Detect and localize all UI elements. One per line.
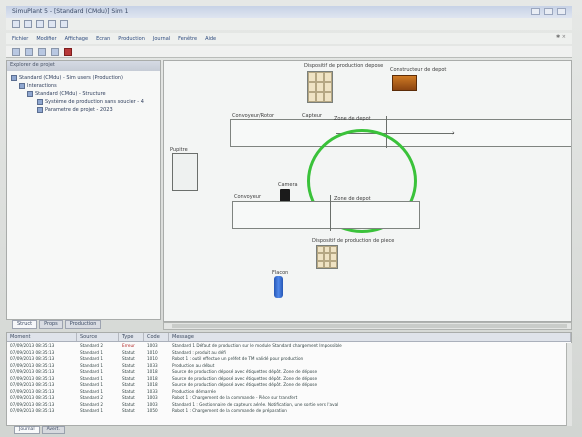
zone2-label: Zone de depot: [334, 196, 371, 202]
col-type[interactable]: Type: [119, 333, 144, 341]
settings-icon[interactable]: [38, 48, 46, 56]
camera-label: Camera: [278, 182, 298, 188]
scroll-thumb[interactable]: [172, 324, 567, 328]
bottom-stack-label: Dispositif de production de piece: [312, 238, 395, 244]
log-tabs: Journal Avert.: [6, 426, 65, 434]
log-header: Moment Source Type Code Message: [7, 333, 571, 342]
folder-icon: [27, 91, 33, 97]
grid-icon[interactable]: [25, 48, 33, 56]
control-panel[interactable]: [172, 153, 198, 191]
depot-box[interactable]: [392, 75, 417, 91]
zone-label: Zone de depot: [334, 116, 371, 122]
folder-icon: [11, 75, 17, 81]
window-title: SimuPlant 5 - [Standard (CMdu)] Sim 1: [12, 8, 129, 15]
orange-box-label: Constructeur de depot: [390, 67, 447, 73]
main-toolbar: [6, 46, 572, 58]
tab-journal[interactable]: Journal: [14, 426, 40, 434]
bottle-icon[interactable]: [274, 276, 283, 298]
simulation-canvas[interactable]: Dispositif de production depose Construc…: [163, 60, 572, 322]
tree-node-params[interactable]: Parametre de projet - 2023: [11, 106, 156, 114]
menu-window[interactable]: Fenêtre: [178, 36, 197, 42]
menu-file[interactable]: Fichier: [12, 36, 28, 42]
play-icon[interactable]: [51, 48, 59, 56]
pin-icon[interactable]: ✱ ×: [556, 34, 566, 40]
canvas-scrollbar[interactable]: [163, 322, 572, 330]
menu-view[interactable]: Affichage: [65, 36, 89, 42]
minimize-button[interactable]: [531, 8, 540, 15]
tab-struct[interactable]: Struct: [12, 320, 38, 329]
close-button[interactable]: [557, 8, 566, 15]
menu-edit[interactable]: Modifier: [36, 36, 56, 42]
tab-warnings[interactable]: Avert.: [41, 426, 65, 434]
tab-props[interactable]: Props: [39, 320, 63, 329]
tree-node-structure[interactable]: Standard (CMdu) - Structure: [11, 90, 156, 98]
screen: SimuPlant 5 - [Standard (CMdu)] Sim 1 Fi…: [0, 0, 582, 437]
tree-node-root[interactable]: Standard (CMdu) - Sim users (Production): [11, 74, 156, 82]
menu-help[interactable]: Aide: [205, 36, 216, 42]
undo-icon[interactable]: [60, 20, 68, 28]
log-scrollbar[interactable]: [566, 343, 572, 426]
maximize-button[interactable]: [544, 8, 553, 15]
top-production-device[interactable]: [307, 71, 333, 103]
col-source[interactable]: Source: [77, 333, 119, 341]
menu-bar: Fichier Modifier Affichage Ecran Product…: [6, 33, 572, 44]
explorer-header: Explorer de projet: [7, 61, 160, 71]
open-icon[interactable]: [24, 20, 32, 28]
tab-production[interactable]: Production: [64, 320, 102, 329]
save-icon[interactable]: [36, 20, 44, 28]
file-icon: [37, 107, 43, 113]
capture-label: Capteur: [302, 113, 322, 119]
tree-node-interactions[interactable]: Interactions: [11, 82, 156, 90]
stop-icon[interactable]: [64, 48, 72, 56]
col-message[interactable]: Message: [169, 333, 571, 341]
col-code[interactable]: Code: [144, 333, 169, 341]
conveyor-2[interactable]: [232, 201, 420, 229]
quick-toolbar: [6, 18, 572, 30]
file-icon: [37, 99, 43, 105]
log-rows: 07/09/2013 08:35:13 Standard 2 Erreur 1003 S…: [7, 342, 571, 415]
folder-icon: [19, 83, 25, 89]
project-icon[interactable]: [12, 48, 20, 56]
project-explorer: Explorer de projet Standard (CMdu) - Sim…: [6, 60, 161, 320]
menu-production[interactable]: Production: [118, 36, 145, 42]
table-row[interactable]: 07/09/2013 08:35:13 Standard 1 Statut 1050 R…: [7, 408, 571, 415]
cut-icon[interactable]: [48, 20, 56, 28]
window-titlebar: SimuPlant 5 - [Standard (CMdu)] Sim 1: [6, 6, 572, 18]
col-moment[interactable]: Moment: [7, 333, 77, 341]
event-log: Moment Source Type Code Message 07/09/20…: [6, 332, 572, 426]
window-controls: [531, 8, 566, 15]
explorer-tabs: Struct Props Production: [6, 320, 161, 330]
tree-node-system[interactable]: Système de production sans soucier - 4: [11, 98, 156, 106]
divider-2: [330, 195, 331, 231]
bottom-production-device[interactable]: [316, 245, 338, 269]
menu-journal[interactable]: Journal: [153, 36, 170, 42]
conveyor2-label: Convoyeur: [234, 194, 261, 200]
menu-screen[interactable]: Ecran: [96, 36, 110, 42]
arrow-head: ›: [452, 129, 455, 137]
project-tree: Standard (CMdu) - Sim users (Production)…: [7, 71, 160, 117]
top-stack-label: Dispositif de production depose: [304, 63, 384, 69]
new-icon[interactable]: [12, 20, 20, 28]
